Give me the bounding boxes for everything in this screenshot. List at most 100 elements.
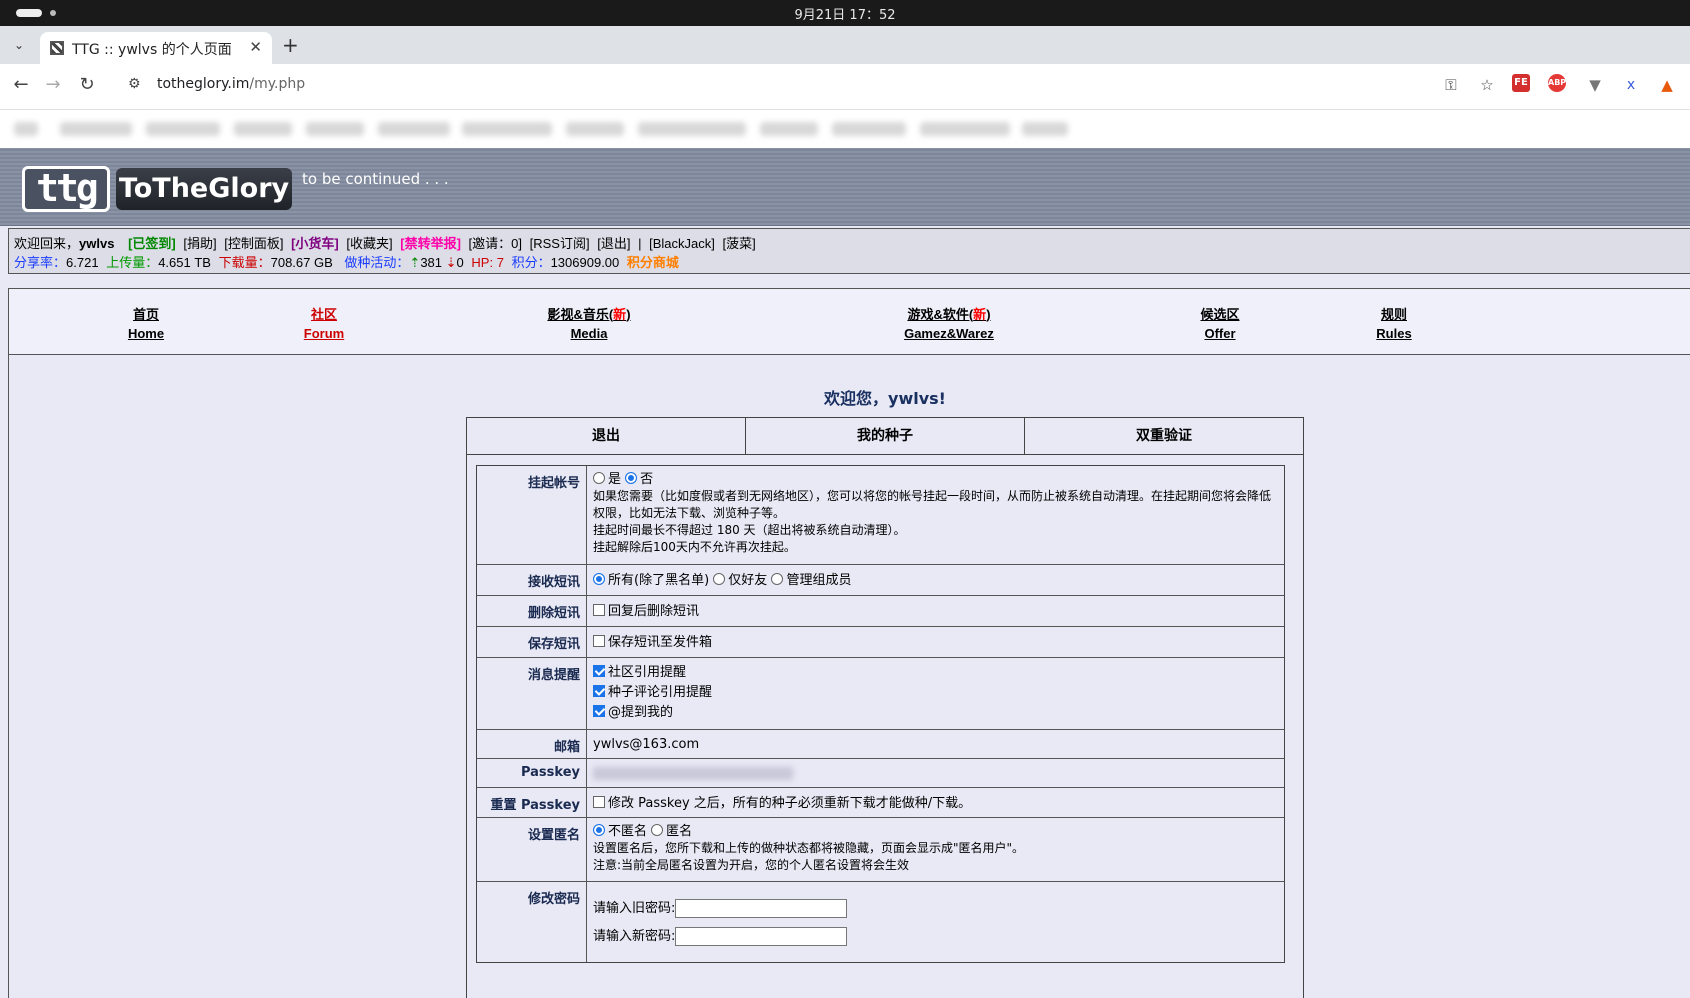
ttg-logo-name[interactable]: ToTheGlory [116,168,292,210]
blackjack-link[interactable]: [BlackJack] [649,236,715,251]
arrow-up-icon: ⇡ [409,255,421,270]
suspend-desc-1: 如果您需要（比如度假或者到无网络地区），您可以将您的帐号挂起一段时间，从而防止被… [593,489,1272,520]
nav-gamez-en: Gamez&Warez [904,326,994,341]
tab-search-chevron-icon[interactable]: ⌄ [8,34,30,56]
anonymous-on-radio[interactable] [651,824,664,836]
receive-pm-staff-radio[interactable] [771,573,784,585]
nav-gamez-cn: 游戏&软件( [907,307,974,322]
receive-pm-staff-label: 管理组成员 [786,573,852,588]
rss-link[interactable]: [RSS订阅] [530,236,590,251]
url-host: totheglory.im [157,76,250,92]
seeding-down-value[interactable]: 0 [457,255,464,270]
nav-offer-en: Offer [1204,326,1236,341]
separator: | [638,236,642,251]
notify-torrent-quote-checkbox[interactable] [593,685,605,697]
extension-fe-icon[interactable]: FE [1512,74,1530,92]
points-shop-link[interactable]: 积分商城 [627,255,679,270]
row-save-pm: 保存短讯 保存短讯至发件箱 [477,627,1284,658]
signed-in-link[interactable]: [已签到] [128,236,176,251]
nav-gamez-warez[interactable]: 游戏&软件(新) Gamez&Warez [879,305,1019,343]
save-pm-checkbox[interactable] [593,635,605,647]
suspend-yes-label: 是 [608,472,622,487]
new-password-input[interactable] [675,927,848,946]
upload-label: 上传量： [106,255,159,270]
bocai-link[interactable]: [菠菜] [722,236,755,251]
receive-pm-all-radio[interactable] [593,573,605,585]
receive-pm-friends-label: 仅好友 [728,573,768,588]
bookmark-star-icon[interactable]: ☆ [1476,74,1498,96]
password-key-icon[interactable]: ⚿ [1440,74,1462,96]
forward-arrow-icon[interactable]: → [40,74,66,95]
bookmarks-bar-blurred [0,110,1690,148]
seeding-up-value[interactable]: 381 [420,255,442,270]
old-password-input[interactable] [675,899,848,918]
nav-gamez-close: ) [986,307,991,322]
close-tab-icon[interactable]: ✕ [249,38,262,56]
tab-two-factor[interactable]: 双重验证 [1025,418,1303,454]
os-top-bar: 9月21日 17：52 [0,0,1690,26]
row-reset-passkey: 重置 Passkey 修改 Passkey 之后，所有的种子必须重新下载才能做种… [477,788,1284,818]
extension-x-icon[interactable]: ⅹ [1620,74,1642,96]
notify-mention-checkbox[interactable] [593,705,605,717]
row-email: 邮箱 ywlvs@163.com [477,730,1284,759]
notify-mention-label: @提到我的 [608,705,674,720]
nav-home[interactable]: 首页 Home [106,305,186,343]
receive-pm-friends-radio[interactable] [713,573,726,585]
reset-passkey-checkbox[interactable] [593,796,605,808]
adblock-plus-icon[interactable]: ABP [1548,74,1566,92]
suspend-no-radio[interactable] [625,472,638,484]
new-tab-plus-icon[interactable]: + [282,34,299,56]
passkey-value-blurred [593,767,793,780]
nav-media[interactable]: 影视&音乐(新) Media [529,305,649,343]
anonymous-off-label: 不匿名 [608,824,648,839]
report-link[interactable]: [禁转举报] [400,236,461,251]
cart-link[interactable]: [小货车] [291,236,339,251]
suspend-label: 挂起帐号 [477,466,587,564]
delete-pm-label: 删除短讯 [477,596,587,626]
row-suspend-account: 挂起帐号 是 否 如果您需要（比如度假或者到无网络地区），您可以将您的帐号挂起一… [477,466,1284,565]
site-favicon-icon [50,41,64,55]
extension-v-icon[interactable]: ▼ [1584,74,1606,96]
delete-pm-checkbox[interactable] [593,604,605,616]
username-link[interactable]: ywlvs [79,236,114,251]
donate-link[interactable]: [捐助] [183,236,216,251]
notify-forum-quote-checkbox[interactable] [593,665,605,677]
extension-triangle-icon[interactable]: ▲ [1656,74,1678,96]
anonymous-off-radio[interactable] [593,824,605,836]
tab-title: TTG :: ywlvs 的个人页面 [72,42,232,58]
nav-home-en: Home [127,326,165,341]
url-path: /my.php [249,76,306,92]
browser-tab[interactable]: TTG :: ywlvs 的个人页面 ✕ [40,32,272,64]
clock[interactable]: 9月21日 17：52 [0,4,1690,23]
email-label: 邮箱 [477,730,587,758]
anonymous-label: 设置匿名 [477,818,587,881]
back-arrow-icon[interactable]: ← [8,74,34,95]
ratio-label: 分享率： [14,255,67,270]
favorites-link[interactable]: [收藏夹] [346,236,392,251]
nav-gamez-new: 新 [973,307,987,322]
nav-forum-en: Forum [303,326,345,341]
reload-icon[interactable]: ↻ [74,74,100,95]
nav-forum[interactable]: 社区 Forum [284,305,364,343]
nav-offer-cn: 候选区 [1200,307,1240,322]
ttg-logo-mark[interactable]: ttg [22,166,110,212]
site-info-icon[interactable]: ⚙ [128,76,141,92]
nav-rules[interactable]: 规则 Rules [1354,305,1434,343]
suspend-yes-radio[interactable] [593,472,605,484]
hp-value: 7 [496,255,504,270]
anonymous-desc-2: 注意:当前全局匿名设置为开启，您的个人匿名设置将会生效 [593,858,910,872]
tab-my-torrents[interactable]: 我的种子 [746,418,1025,454]
control-panel-link[interactable]: [控制面板] [224,236,283,251]
logout-link[interactable]: [退出] [597,236,630,251]
nav-offer[interactable]: 候选区 Offer [1180,305,1260,343]
tab-logout[interactable]: 退出 [467,418,746,454]
nav-home-cn: 首页 [132,307,159,322]
nav-media-new: 新 [613,307,627,322]
download-value: 708.67 GB [270,255,333,270]
ratio-value: 6.721 [66,255,99,270]
nav-media-close: ) [626,307,631,322]
suspend-no-label: 否 [640,472,654,487]
row-receive-pm: 接收短讯 所有(除了黑名单) 仅好友 管理组成员 [477,565,1284,596]
address-bar[interactable]: totheglory.im/my.php [157,76,305,92]
invite-link[interactable]: [邀请：0] [469,236,522,251]
